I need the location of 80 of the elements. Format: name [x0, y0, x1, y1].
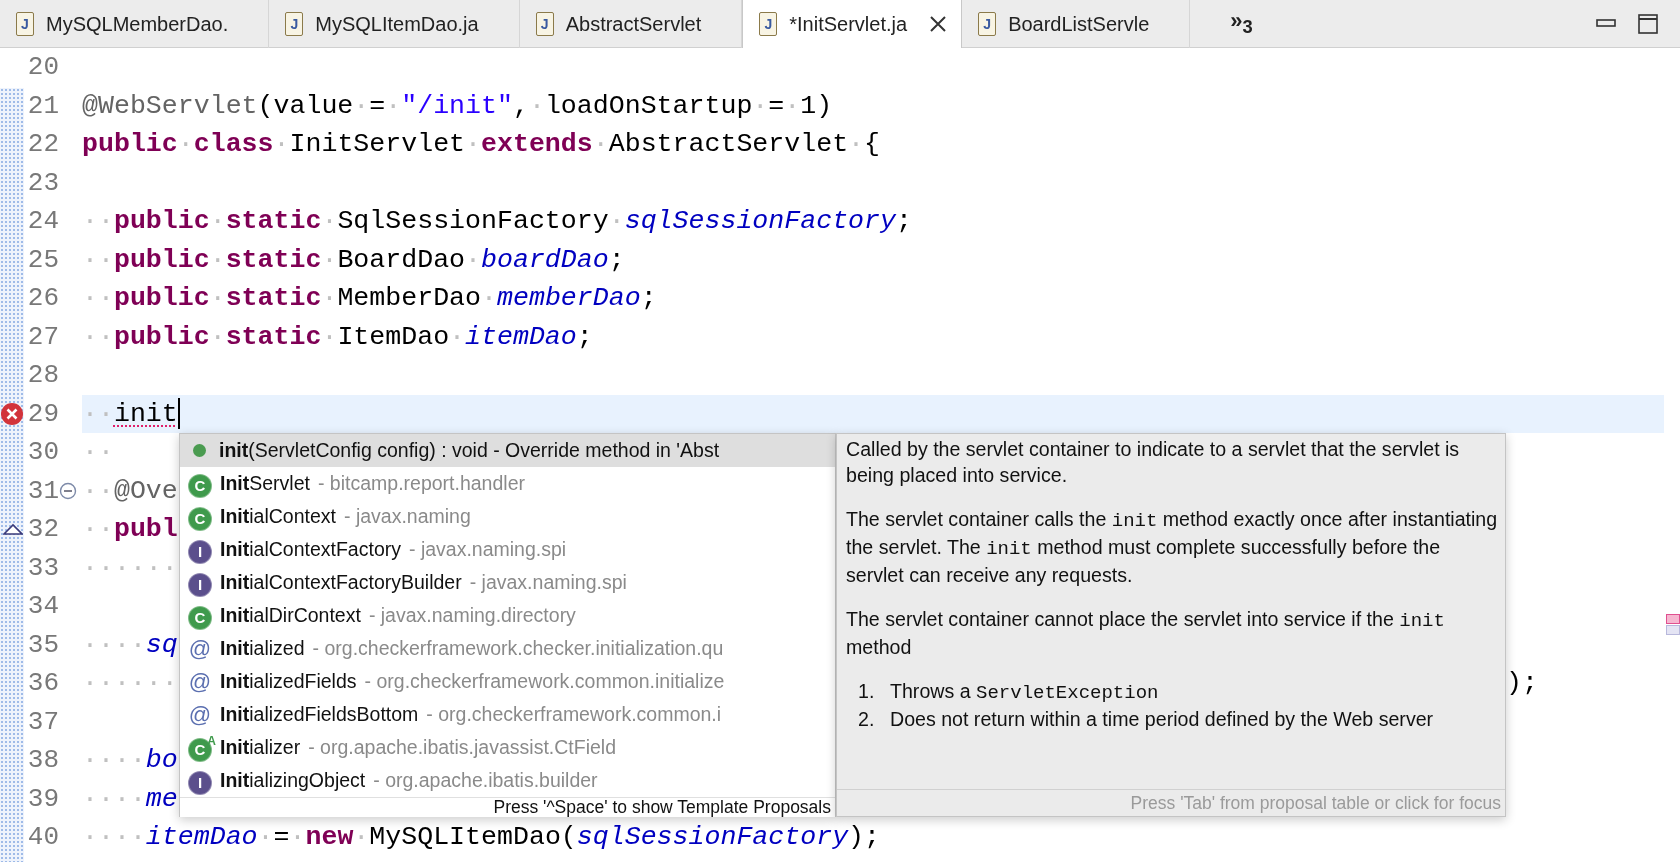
proposal-item[interactable]: init(ServletConfig config) : void - Override method in 'Abst	[180, 434, 835, 467]
code-line: ··publ	[82, 514, 178, 545]
tab-overflow[interactable]: »$_{3}$	[1230, 8, 1253, 39]
line-number: 32	[26, 514, 59, 545]
code-line: public·class·InitServlet·extends·AbstractServlet·{	[82, 129, 881, 160]
proposal-item[interactable]: C InitServlet - bitcamp.report.handler	[180, 467, 835, 500]
line-number: 27	[26, 321, 59, 352]
code-line: ······	[82, 552, 178, 583]
code-line: ······	[82, 668, 178, 699]
line-number: 31	[26, 475, 59, 506]
java-file-icon: J	[759, 12, 778, 36]
editor-tab[interactable]: J MySQLItemDao.ja	[269, 0, 520, 48]
editor-tab[interactable]: J *InitServlet.ja	[742, 0, 963, 48]
annotation-icon: @	[188, 636, 212, 661]
line-number: 26	[26, 283, 59, 314]
code-line: ··public·static·MemberDao·memberDao;	[82, 283, 657, 314]
override-triangle-icon	[3, 523, 23, 536]
proposal-item[interactable]: @ Initialized - org.checkerframework.checker.initialization.qu	[180, 632, 835, 665]
line-number: 22	[26, 129, 59, 160]
code-line: ··public·static·BoardDao·boardDao;	[82, 244, 625, 275]
line-number: 39	[26, 783, 59, 814]
proposal-item[interactable]: I InitializingObject - org.apache.ibatis.builder	[180, 764, 835, 797]
fold-icon[interactable]	[59, 481, 77, 500]
code-line: ··public·static·ItemDao·itemDao;	[82, 321, 593, 352]
line-number: 24	[26, 206, 59, 237]
proposal-item[interactable]: @ InitializedFieldsBottom - org.checkerframework.common.i	[180, 698, 835, 731]
line-number: 40	[26, 822, 59, 853]
line-number: 37	[26, 706, 59, 737]
line-number: 30	[26, 437, 59, 468]
error-icon	[0, 401, 24, 426]
status-hint: Press '^Space' to show Template Proposals	[493, 797, 831, 818]
proposal-item[interactable]: C InitialDirContext - javax.naming.directory	[180, 599, 835, 632]
list-number: 1.	[858, 679, 876, 704]
doc-paragraph: The servlet container cannot place the servlet into service if the init method	[846, 607, 1446, 660]
annotation-icon: @	[188, 702, 212, 727]
line-number: 21	[26, 90, 59, 121]
list-number: 2.	[858, 707, 876, 732]
java-file-icon: J	[978, 12, 997, 36]
annotation-icon: @	[188, 669, 212, 694]
line-number: 23	[26, 167, 59, 198]
code-line: ··init	[82, 398, 180, 430]
overview-marker[interactable]	[1666, 625, 1680, 635]
doc-paragraph: Called by the servlet container to indicate to a servlet that the servlet is being placed into service.	[846, 437, 1461, 488]
close-icon[interactable]	[929, 15, 948, 33]
editor-tab[interactable]: J BoardListServle	[962, 0, 1191, 48]
code-line: ··public·static·SqlSessionFactory·sqlSessionFactory;	[82, 206, 912, 237]
java-file-icon: J	[16, 12, 34, 36]
proposal-item[interactable]: I InitialContextFactory - javax.naming.spi	[180, 533, 835, 566]
proposal-item[interactable]: I InitialContextFactoryBuilder - javax.naming.spi	[180, 566, 835, 599]
code-line: );	[1506, 668, 1538, 699]
editor-tab[interactable]: J MySQLMemberDao.	[0, 0, 270, 48]
code-line: ····sq	[82, 629, 178, 660]
line-number: 28	[26, 360, 59, 391]
code-line: ····bo	[82, 745, 178, 776]
code-line: @WebServlet(value·=·"/init",·loadOnStartup·=·1)	[82, 90, 833, 121]
java-file-icon: J	[285, 12, 304, 36]
list-item-text: Throws a ServletException	[890, 679, 1159, 706]
maximize-icon[interactable]	[1638, 13, 1658, 34]
line-number: 36	[26, 668, 59, 699]
line-number: 38	[26, 745, 59, 776]
list-item-text: Does not return within a time period defined by the Web server	[890, 707, 1434, 732]
java-file-icon: J	[535, 12, 554, 36]
proposal-item[interactable]: C InitialContext - javax.naming	[180, 500, 835, 533]
line-number: 29	[26, 398, 59, 429]
line-number: 34	[26, 591, 59, 622]
code-line: ··	[82, 437, 114, 468]
doc-paragraph: The servlet container calls the init method exactly once after instantiating the servlet. The init method must complete successfully before the servlet can receive any requests.	[846, 507, 1499, 588]
line-number: 25	[26, 244, 59, 275]
method-icon	[193, 444, 206, 457]
line-number: 35	[26, 629, 59, 660]
code-line: ····me	[82, 783, 178, 814]
editor-tab[interactable]: J AbstractServlet	[519, 0, 743, 48]
text-cursor	[177, 398, 180, 430]
line-number: 20	[26, 52, 59, 83]
focus-hint: Press 'Tab' from proposal table or click for focus	[1130, 792, 1501, 814]
proposal-item[interactable]: @ InitializedFields - org.checkerframework.common.initialize	[180, 665, 835, 698]
code-line: ····itemDao·=·new·MySQLItemDao(sqlSessionFactory);	[82, 822, 881, 853]
code-line: ··@Ove	[82, 475, 178, 506]
error-overview-marker[interactable]	[1666, 614, 1680, 624]
line-number: 33	[26, 552, 59, 583]
